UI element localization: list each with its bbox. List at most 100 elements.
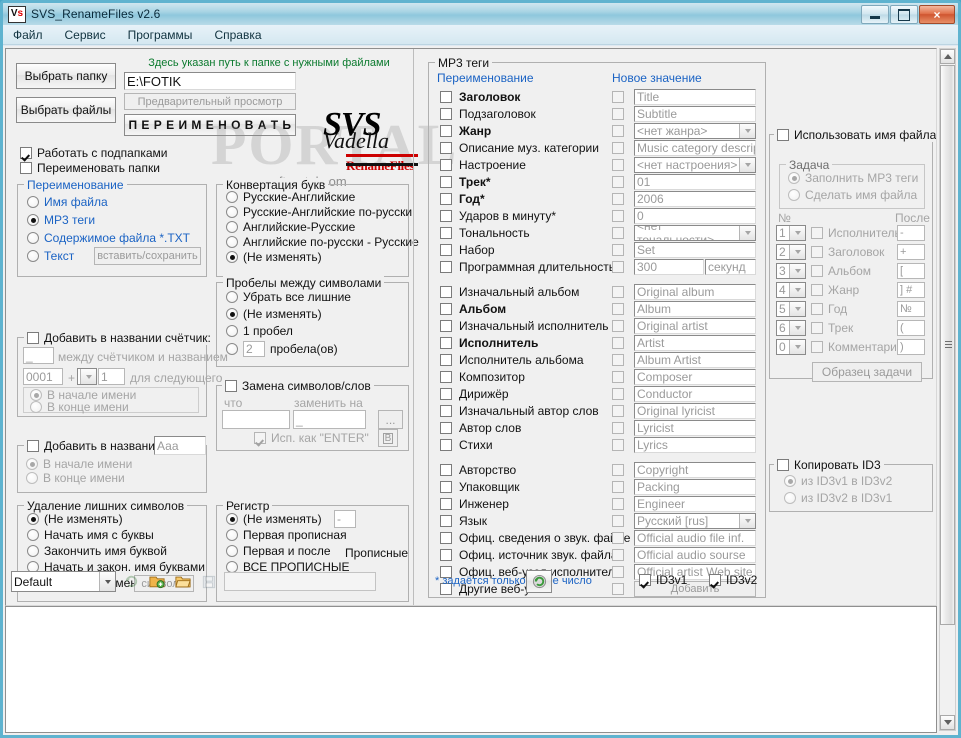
addname-input[interactable]: Ааа [154, 436, 206, 455]
convert-option-0[interactable]: Русские-Английские [226, 190, 355, 204]
mp3-newvalue-checkbox[interactable] [612, 566, 624, 578]
mp3-rename-checkbox[interactable] [440, 227, 452, 239]
counter-step-input[interactable]: 1 [98, 368, 125, 385]
mp3-rename-checkbox[interactable] [440, 405, 452, 417]
copyid3-option-v2-to-v1[interactable]: из ID3v2 в ID3v1 [784, 491, 892, 505]
mp3-value-input[interactable]: 0 [634, 208, 756, 224]
mp3-rename-checkbox[interactable] [440, 439, 452, 451]
usefilename-order-select[interactable]: 4 [776, 282, 806, 298]
rename-button[interactable]: П Е Р Е И М Е Н О В А Т Ь [124, 114, 296, 136]
mp3-rename-checkbox[interactable] [440, 244, 452, 256]
mp3-rename-checkbox[interactable] [440, 303, 452, 315]
mp3-value-input[interactable]: Conductor [634, 386, 756, 402]
usefilename-order-select[interactable]: 0 [776, 339, 806, 355]
counter-pos-end[interactable]: В конце имени [30, 400, 129, 414]
usefilename-order-select[interactable]: 6 [776, 320, 806, 336]
mp3-newvalue-checkbox[interactable] [612, 286, 624, 298]
preset-select[interactable]: Default [11, 571, 116, 592]
maximize-button[interactable] [890, 5, 918, 24]
usefilename-row-checkbox[interactable] [811, 284, 823, 296]
convert-option-2[interactable]: Английские-Русские [226, 220, 355, 234]
mp3-value-select[interactable]: <нет жанра> [634, 123, 756, 139]
mp3-newvalue-checkbox[interactable] [612, 388, 624, 400]
mp3-newvalue-checkbox[interactable] [612, 193, 624, 205]
usefilename-after-input[interactable]: № [897, 301, 925, 317]
file-list-area[interactable] [5, 606, 937, 733]
counter-start-input[interactable]: 0001 [23, 368, 63, 385]
mp3-rename-checkbox[interactable] [440, 142, 452, 154]
mp3-value-input[interactable]: 01 [634, 174, 756, 190]
mp3-value-input[interactable]: Packing [634, 479, 756, 495]
mp3-value-input[interactable]: Official audio sourse [634, 547, 756, 563]
usefilename-after-input[interactable]: + [897, 244, 925, 260]
mp3-value-input[interactable]: Engineer [634, 496, 756, 512]
mp3-rename-checkbox[interactable] [440, 125, 452, 137]
usefilename-after-input[interactable]: ] # [897, 282, 925, 298]
mp3-rename-checkbox[interactable] [440, 320, 452, 332]
mp3-rename-checkbox[interactable] [440, 481, 452, 493]
mp3-newvalue-checkbox[interactable] [612, 159, 624, 171]
mp3-newvalue-checkbox[interactable] [612, 125, 624, 137]
usefilename-order-select[interactable]: 2 [776, 244, 806, 260]
vertical-scrollbar[interactable] [939, 48, 956, 731]
mp3-newvalue-checkbox[interactable] [612, 405, 624, 417]
pick-folder-button[interactable]: Выбрать папку [16, 63, 116, 89]
convert-option-4[interactable]: (Не изменять) [226, 250, 322, 264]
mp3-rename-checkbox[interactable] [440, 549, 452, 561]
path-input[interactable]: E:\FOTIK [124, 72, 296, 90]
case-separator-input[interactable]: - [334, 510, 356, 528]
save-preset-icon[interactable] [146, 571, 168, 592]
mp3-value-input[interactable]: Set [634, 242, 756, 258]
id3v1-checkbox[interactable]: ID3v1 [639, 573, 687, 587]
mp3-rename-checkbox[interactable] [440, 193, 452, 205]
addname-checkbox[interactable]: Добавить в названии: [24, 439, 169, 453]
mp3-newvalue-checkbox[interactable] [612, 532, 624, 544]
mp3-newvalue-checkbox[interactable] [612, 210, 624, 222]
menu-programs[interactable]: Программы [128, 28, 193, 42]
spaces-option-1[interactable]: (Не изменять) [226, 307, 322, 321]
mp3-value-select[interactable]: <нет тональности> [634, 225, 756, 241]
copyid3-option-v1-to-v2[interactable]: из ID3v1 в ID3v2 [784, 474, 892, 488]
mp3-newvalue-checkbox[interactable] [612, 244, 624, 256]
mp3-value-input[interactable]: Original artist [634, 318, 756, 334]
rename-folders-checkbox[interactable]: Переименовать папки [20, 161, 160, 175]
usefilename-after-input[interactable]: - [897, 225, 925, 241]
mp3-value-select[interactable]: <нет настроения> [634, 157, 756, 173]
usefilename-after-input[interactable]: ( [897, 320, 925, 336]
mp3-rename-checkbox[interactable] [440, 286, 452, 298]
mp3-newvalue-checkbox[interactable] [612, 464, 624, 476]
case-option-2[interactable]: Первая и после [226, 544, 331, 558]
addname-pos-end[interactable]: В конце имени [26, 471, 125, 485]
mp3-value-input[interactable]: Artist [634, 335, 756, 351]
menu-service[interactable]: Сервис [65, 28, 106, 42]
spaces-count-input[interactable]: 2 [243, 341, 265, 357]
usefilename-order-select[interactable]: 1 [776, 225, 806, 241]
usefilename-checkbox[interactable]: Использовать имя файла [774, 128, 936, 142]
usefilename-order-select[interactable]: 3 [776, 263, 806, 279]
mp3-newvalue-checkbox[interactable] [612, 583, 624, 595]
spaces-option-2[interactable]: 1 пробел [226, 324, 293, 338]
usefilename-row-checkbox[interactable] [811, 322, 823, 334]
mp3-rename-checkbox[interactable] [440, 354, 452, 366]
close-button[interactable]: × [919, 5, 955, 24]
usefilename-after-input[interactable]: [ [897, 263, 925, 279]
mp3-rename-checkbox[interactable] [440, 159, 452, 171]
mp3-value-input[interactable]: Lyricist [634, 420, 756, 436]
mp3-rename-checkbox[interactable] [440, 261, 452, 273]
sample-task-button[interactable]: Образец задачи [812, 362, 922, 382]
mp3-newvalue-checkbox[interactable] [612, 515, 624, 527]
mp3-rename-checkbox[interactable] [440, 176, 452, 188]
scroll-down-button[interactable] [940, 715, 955, 730]
mp3-newvalue-checkbox[interactable] [612, 303, 624, 315]
mp3-newvalue-checkbox[interactable] [612, 176, 624, 188]
status-field[interactable] [224, 572, 376, 591]
usefilename-after-input[interactable]: ) [897, 339, 925, 355]
mp3-value-input[interactable]: Official audio file inf. [634, 530, 756, 546]
scroll-up-button[interactable] [940, 49, 955, 64]
mp3-rename-checkbox[interactable] [440, 464, 452, 476]
replace-browse-button[interactable]: ... [378, 410, 403, 429]
mp3-rename-checkbox[interactable] [440, 371, 452, 383]
usefilename-row-checkbox[interactable] [811, 341, 823, 353]
mp3-newvalue-checkbox[interactable] [612, 142, 624, 154]
replace-b-button[interactable]: B [378, 429, 398, 447]
